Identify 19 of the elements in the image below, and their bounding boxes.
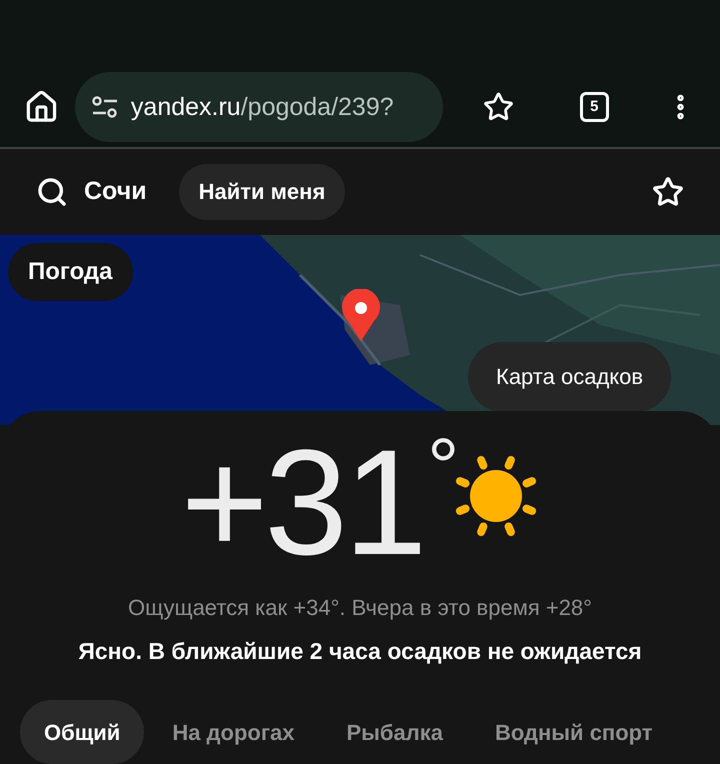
degree-sign: ° (427, 426, 460, 506)
precipitation-map-button[interactable]: Карта осадков (468, 342, 672, 412)
feels-like-text: Ощущается как +34°. Вчера в это время +28° (128, 594, 592, 622)
map-pin-icon (340, 288, 382, 340)
tab-count-button[interactable]: 5 (580, 92, 609, 122)
city-name[interactable]: Сочи (84, 172, 147, 210)
favorite-star-icon[interactable] (652, 176, 684, 208)
find-me-button[interactable]: Найти меня (178, 164, 346, 220)
category-tab[interactable]: На дорогах (148, 700, 318, 764)
category-tab[interactable]: Водный спорт (470, 700, 677, 764)
temperature: +31 (180, 426, 424, 576)
url-text: yandex.ru/pogoda/239? (130, 92, 394, 122)
category-tab[interactable]: Общий (20, 700, 144, 764)
forecast-summary: Ясно. В ближайшие 2 часа осадков не ожидается (78, 636, 642, 666)
category-tab[interactable]: Рыбалка (322, 700, 467, 764)
weather-badge: Погода (8, 242, 133, 300)
site-settings-icon[interactable] (90, 95, 119, 120)
search-icon[interactable] (36, 176, 68, 208)
address-bar[interactable]: yandex.ru/pogoda/239? (74, 72, 443, 142)
